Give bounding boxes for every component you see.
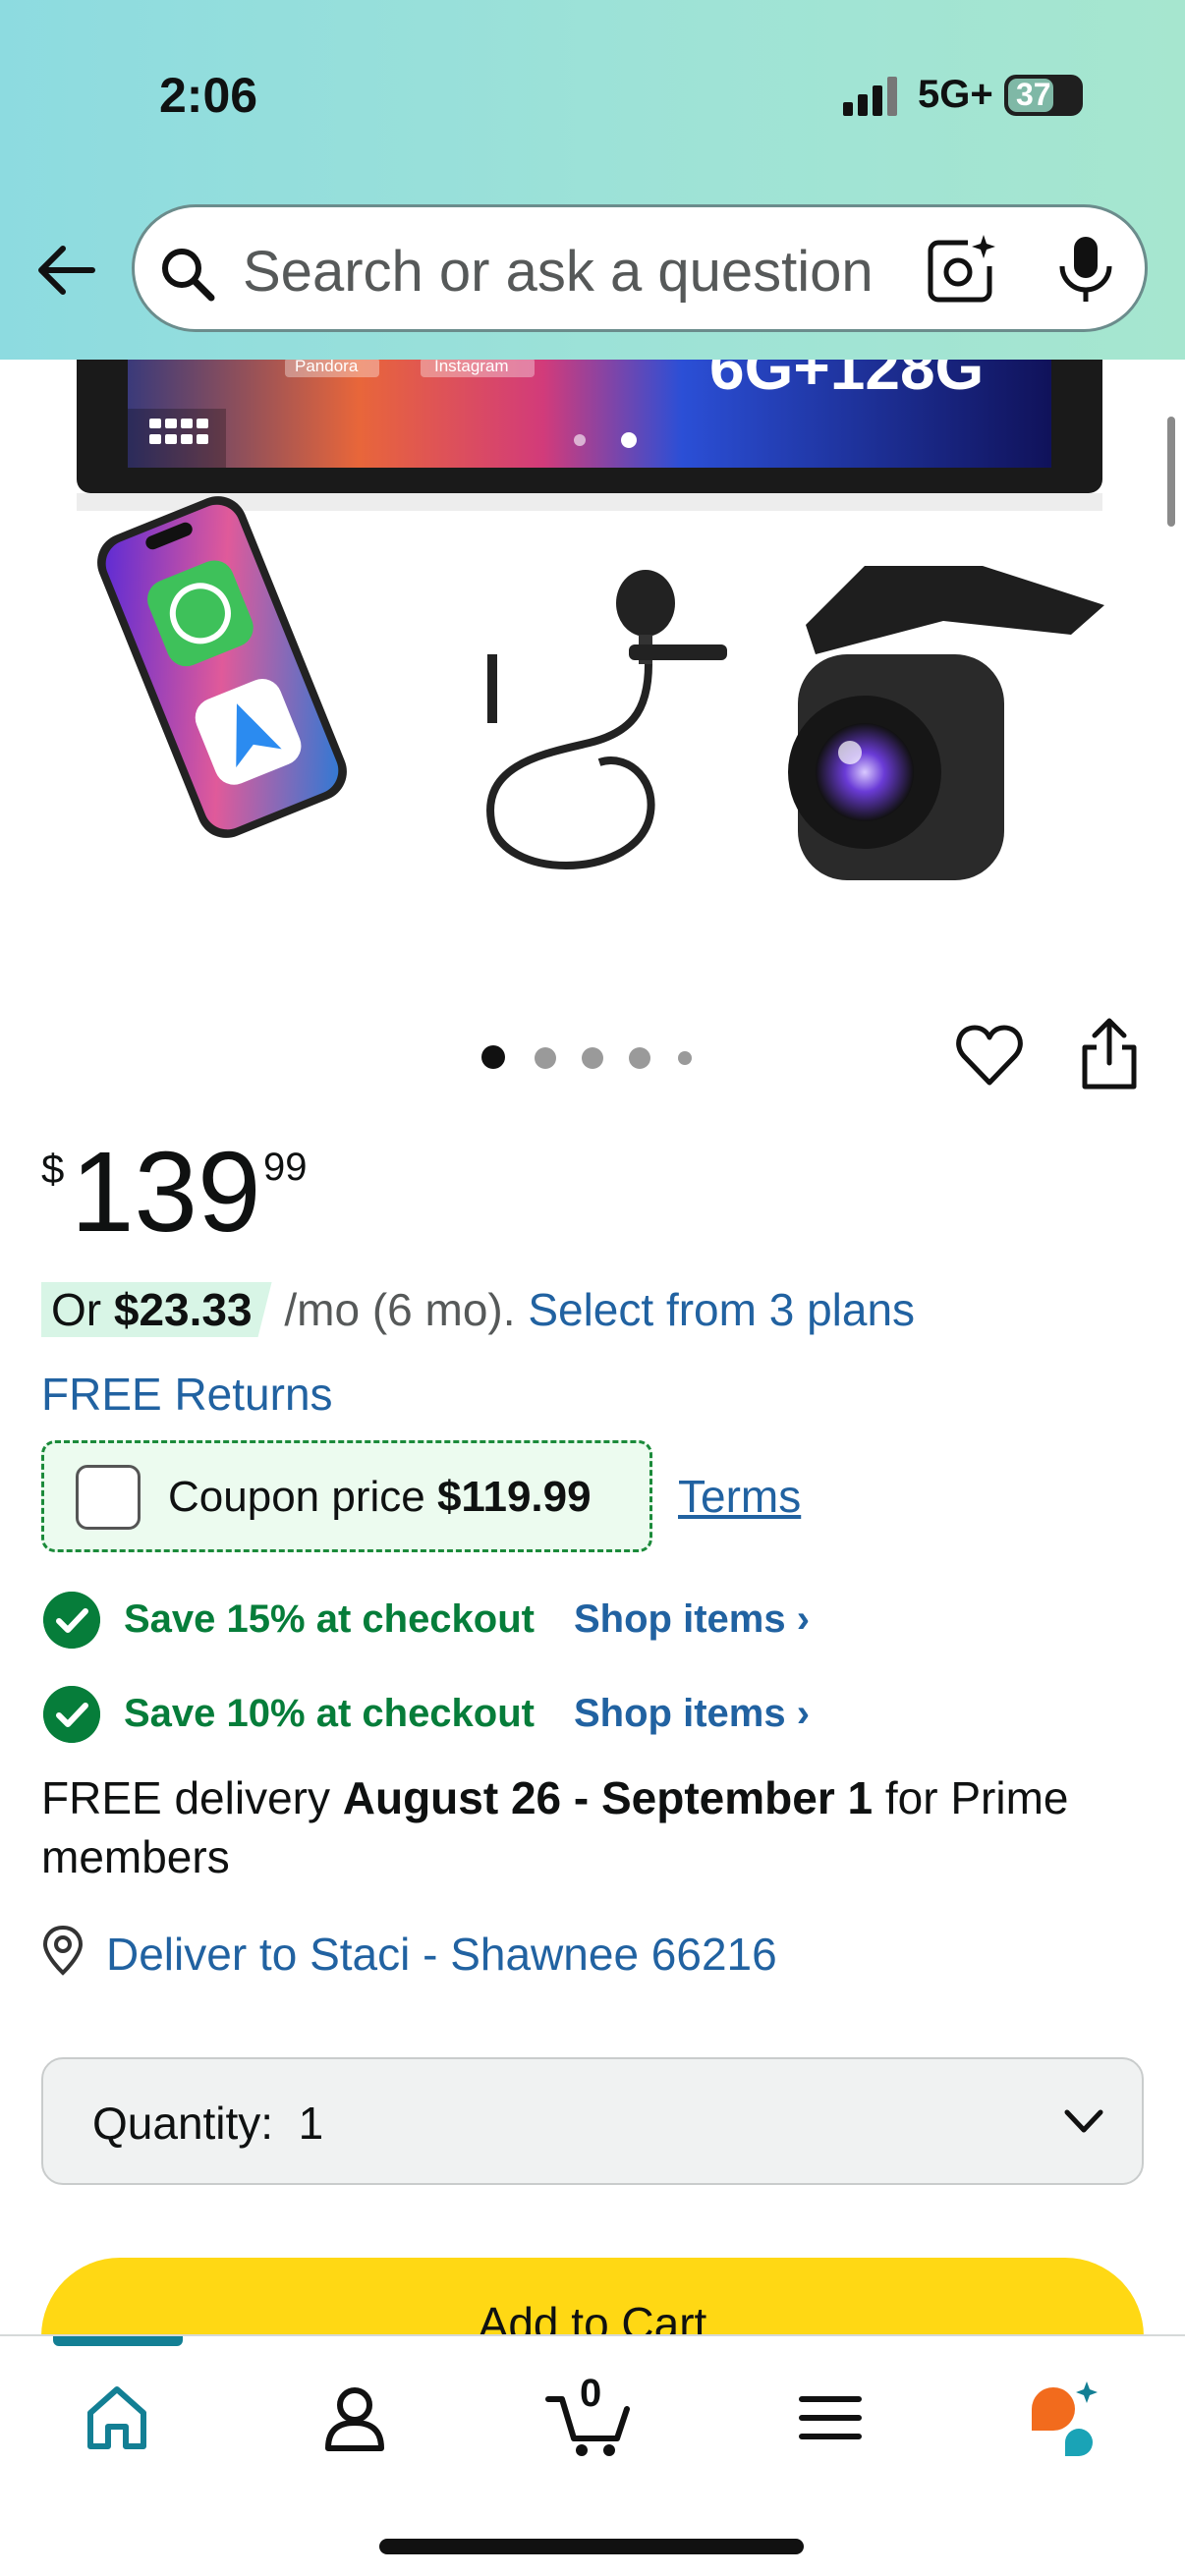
battery-icon: 37 bbox=[1004, 75, 1083, 116]
financing-term: /mo (6 mo). bbox=[271, 1284, 529, 1335]
network-label: 5G+ bbox=[918, 73, 993, 116]
product-photo: Pandora Instagram 6G+128G bbox=[77, 360, 1104, 880]
check-circle-icon bbox=[43, 1592, 100, 1649]
home-indicator[interactable] bbox=[379, 2539, 804, 2554]
rufus-icon[interactable] bbox=[1022, 2374, 1110, 2462]
share-icon[interactable] bbox=[1077, 1016, 1142, 1091]
camera-accessory-image bbox=[788, 566, 1104, 880]
quantity-select[interactable]: Quantity: 1 bbox=[41, 2057, 1144, 2185]
promotion-row: Save 15% at checkout Shop items › bbox=[43, 1592, 1163, 1651]
check-circle-icon bbox=[43, 1686, 100, 1743]
cart-count: 0 bbox=[580, 2372, 602, 2415]
price-fraction: 99 bbox=[263, 1146, 308, 1189]
financing-prefix: Or bbox=[51, 1284, 114, 1335]
home-icon[interactable] bbox=[73, 2374, 161, 2462]
coupon-checkbox[interactable] bbox=[76, 1465, 141, 1530]
delivery-prefix: FREE delivery bbox=[41, 1772, 343, 1823]
shop-items-link[interactable]: Shop items › bbox=[574, 1597, 810, 1642]
free-returns-link[interactable]: FREE Returns bbox=[41, 1368, 333, 1421]
promotion-text: Save 15% at checkout bbox=[124, 1597, 535, 1641]
phone-image bbox=[97, 496, 347, 838]
microphone-icon[interactable] bbox=[1054, 233, 1117, 306]
financing-amount: $23.33 bbox=[113, 1284, 253, 1335]
back-arrow-icon[interactable] bbox=[31, 236, 100, 305]
signal-icon bbox=[843, 77, 897, 116]
header: 2:06 5G+ 37 bbox=[0, 0, 1185, 360]
heart-icon[interactable] bbox=[955, 1024, 1024, 1089]
account-icon[interactable] bbox=[310, 2374, 399, 2462]
microphone-accessory-image bbox=[486, 570, 727, 869]
coupon-label: Coupon price bbox=[168, 1473, 437, 1521]
delivery-info: FREE delivery August 26 - September 1 fo… bbox=[41, 1768, 1142, 1886]
select-plans-link[interactable]: Select from 3 plans bbox=[528, 1284, 915, 1335]
carousel-dot-1[interactable] bbox=[481, 1045, 505, 1069]
search-bar[interactable] bbox=[132, 204, 1148, 332]
financing-row: Or $23.33 /mo (6 mo). Select from 3 plan… bbox=[41, 1282, 915, 1337]
quantity-label: Quantity: 1 bbox=[92, 2098, 324, 2149]
price-whole: 139 bbox=[71, 1128, 261, 1256]
app-label-pandora: Pandora bbox=[295, 360, 359, 375]
menu-icon[interactable] bbox=[786, 2374, 875, 2462]
coupon-text: Coupon price $119.99 bbox=[168, 1473, 592, 1522]
active-tab-indicator bbox=[53, 2336, 183, 2346]
coupon-terms-link[interactable]: Terms bbox=[678, 1470, 801, 1523]
monthly-price-badge: Or $23.33 bbox=[41, 1282, 272, 1337]
status-time: 2:06 bbox=[159, 68, 258, 123]
carousel-dot-4[interactable] bbox=[629, 1047, 650, 1069]
app-label-instagram: Instagram bbox=[434, 360, 509, 375]
product-image[interactable]: Pandora Instagram 6G+128G bbox=[0, 360, 1185, 959]
carousel-dot-3[interactable] bbox=[582, 1047, 603, 1069]
deliver-to-text[interactable]: Deliver to Staci - Shawnee 66216 bbox=[106, 1928, 777, 1981]
coupon-price: $119.99 bbox=[436, 1473, 592, 1521]
price-currency: $ bbox=[41, 1146, 65, 1192]
coupon-box[interactable]: Coupon price $119.99 bbox=[41, 1440, 652, 1552]
scrollbar[interactable] bbox=[1167, 417, 1175, 527]
search-icon bbox=[162, 249, 215, 302]
carousel-dot-5[interactable] bbox=[678, 1051, 692, 1065]
promotion-text: Save 10% at checkout bbox=[124, 1692, 535, 1735]
location-pin-icon bbox=[42, 1925, 84, 1976]
delivery-dates: August 26 - September 1 bbox=[342, 1772, 874, 1823]
screen-spec-text: 6G+128G bbox=[709, 360, 984, 403]
chevron-down-icon bbox=[1064, 2109, 1103, 2133]
shop-items-link[interactable]: Shop items › bbox=[574, 1692, 810, 1736]
carousel-dot-2[interactable] bbox=[535, 1047, 556, 1069]
promotion-row: Save 10% at checkout Shop items › bbox=[43, 1686, 1163, 1745]
battery-level: 37 bbox=[1016, 77, 1051, 112]
camera-lens-icon[interactable] bbox=[925, 233, 997, 306]
